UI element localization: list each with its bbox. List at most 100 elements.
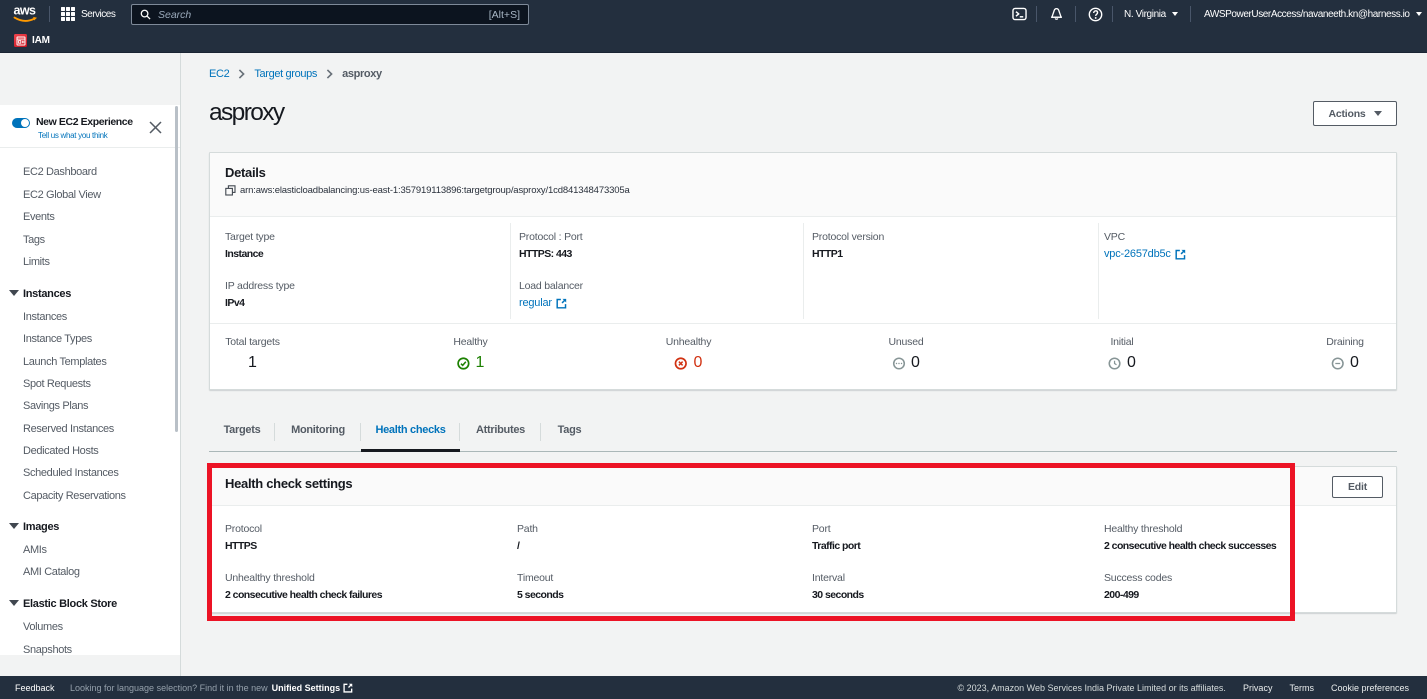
sidebar-section-elastic-block-store[interactable]: Elastic Block Store <box>23 598 117 610</box>
chevron-down-icon <box>1416 12 1422 16</box>
cookie-preferences-link[interactable]: Cookie preferences <box>1331 683 1409 693</box>
chevron-down-icon <box>1374 111 1382 116</box>
tab-bar: Targets Monitoring Health checks Attribu… <box>209 415 1397 452</box>
field-label: Success codes <box>1104 572 1172 584</box>
actions-button[interactable]: Actions <box>1313 101 1397 126</box>
breadcrumb-ec2[interactable]: EC2 <box>209 68 229 80</box>
field-value: 30 seconds <box>812 589 864 601</box>
sidebar-scrollbar[interactable] <box>175 106 178 432</box>
external-link-icon <box>556 298 567 309</box>
account-menu[interactable]: AWSPowerUserAccess/navaneeth.kn@harness.… <box>1204 0 1422 28</box>
edit-button[interactable]: Edit <box>1332 476 1383 498</box>
sidebar-item-launch-templates[interactable]: Launch Templates <box>23 356 106 368</box>
collapse-triangle-icon[interactable] <box>9 290 19 296</box>
external-link-icon <box>343 683 353 693</box>
bell-icon <box>1049 7 1064 22</box>
tab-health-checks[interactable]: Health checks <box>361 415 460 451</box>
field-interval: Interval 30 seconds <box>812 572 864 601</box>
sidebar-item-ami-catalog[interactable]: AMI Catalog <box>23 566 80 578</box>
breadcrumb-current: asproxy <box>342 68 382 80</box>
field-value: 5 seconds <box>517 589 563 601</box>
privacy-link[interactable]: Privacy <box>1243 683 1273 693</box>
collapse-triangle-icon[interactable] <box>9 600 19 606</box>
sidebar-item-capacity-reservations[interactable]: Capacity Reservations <box>23 490 126 502</box>
sidebar-item-instances[interactable]: Instances <box>23 311 67 323</box>
terms-link[interactable]: Terms <box>1289 683 1314 693</box>
aws-console-page: aws Services Search [Alt+S] <box>0 0 1427 699</box>
tab-monitoring[interactable]: Monitoring <box>275 415 361 451</box>
field-value: 2 consecutive health check failures <box>225 589 382 601</box>
sidebar-item-instance-types[interactable]: Instance Types <box>23 333 92 345</box>
ellipsis-circle-icon <box>892 357 905 370</box>
field-value: Instance <box>225 248 275 260</box>
field-label: Unhealthy threshold <box>225 572 382 584</box>
field-timeout: Timeout 5 seconds <box>517 572 563 601</box>
stat-value: 0 <box>911 354 920 372</box>
sidebar-item-amis[interactable]: AMIs <box>23 544 47 556</box>
nav-divider <box>1112 6 1113 22</box>
region-selector[interactable]: N. Virginia <box>1124 0 1178 28</box>
top-navigation-bar: aws Services Search [Alt+S] <box>0 0 1427 28</box>
field-target-type: Target type Instance <box>225 231 275 260</box>
stat-value: 0 <box>1127 354 1136 372</box>
load-balancer-link[interactable]: regular <box>519 297 583 309</box>
chevron-right-icon <box>238 69 245 79</box>
sidebar-item-reserved-instances[interactable]: Reserved Instances <box>23 423 114 435</box>
sidebar-item-snapshots[interactable]: Snapshots <box>23 644 72 656</box>
sidebar-section-images[interactable]: Images <box>23 521 59 533</box>
sidebar: New EC2 Experience Tell us what you thin… <box>0 105 180 655</box>
target-group-arn: arn:aws:elasticloadbalancing:us-east-1:3… <box>240 185 630 196</box>
sidebar-item-limits[interactable]: Limits <box>23 256 50 268</box>
field-label: IP address type <box>225 280 295 292</box>
tab-attributes[interactable]: Attributes <box>460 415 541 451</box>
field-label: Interval <box>812 572 864 584</box>
stat-initial: Initial 0 <box>1108 336 1136 372</box>
health-check-settings-title: Health check settings <box>225 476 352 491</box>
nav-divider <box>1075 6 1076 22</box>
sidebar-item-volumes[interactable]: Volumes <box>23 621 63 633</box>
stat-unhealthy: Unhealthy 0 <box>666 336 711 372</box>
sidebar-item-spot-requests[interactable]: Spot Requests <box>23 378 91 390</box>
details-card: Details arn:aws:elasticloadbalancing:us-… <box>209 152 1397 390</box>
new-experience-toggle[interactable] <box>12 118 30 128</box>
feedback-link[interactable]: Feedback <box>15 683 55 693</box>
favorite-iam[interactable]: IAM <box>14 28 50 53</box>
sidebar-item-events[interactable]: Events <box>23 211 55 223</box>
sidebar-item-ec2-global-view[interactable]: EC2 Global View <box>23 189 101 201</box>
breadcrumb-target-groups[interactable]: Target groups <box>254 68 317 80</box>
stat-total-targets: Total targets 1 <box>225 336 280 372</box>
tab-tags[interactable]: Tags <box>541 415 598 451</box>
iam-label: IAM <box>32 35 50 46</box>
copy-icon[interactable] <box>225 185 236 196</box>
field-value: IPv4 <box>225 297 295 309</box>
field-value: / <box>517 540 538 552</box>
vpc-link[interactable]: vpc-2657db5c <box>1104 248 1186 260</box>
sidebar-section-instances[interactable]: Instances <box>23 288 71 300</box>
cloudshell-button[interactable] <box>1012 0 1027 28</box>
sidebar-item-scheduled-instances[interactable]: Scheduled Instances <box>23 467 118 479</box>
help-icon <box>1088 7 1103 22</box>
nav-divider <box>1036 6 1037 22</box>
help-button[interactable] <box>1088 0 1103 28</box>
tell-us-link[interactable]: Tell us what you think <box>38 131 107 140</box>
new-experience-banner: New EC2 Experience Tell us what you thin… <box>0 105 180 148</box>
field-protocol: Protocol HTTPS <box>225 523 262 552</box>
field-vpc: VPC vpc-2657db5c <box>1104 231 1186 260</box>
sidebar-item-dedicated-hosts[interactable]: Dedicated Hosts <box>23 445 98 457</box>
column-divider <box>803 223 804 319</box>
field-label: Protocol version <box>812 231 884 243</box>
sidebar-item-tags[interactable]: Tags <box>23 234 45 246</box>
sidebar-item-ec2-dashboard[interactable]: EC2 Dashboard <box>23 166 97 178</box>
sidebar-border <box>180 53 181 676</box>
tab-targets[interactable]: Targets <box>209 415 275 451</box>
close-icon[interactable] <box>149 121 163 135</box>
notifications-button[interactable] <box>1049 0 1064 28</box>
collapse-triangle-icon[interactable] <box>9 523 19 529</box>
unified-settings-link[interactable]: Unified Settings <box>272 683 341 693</box>
sidebar-item-savings-plans[interactable]: Savings Plans <box>23 400 88 412</box>
field-path: Path / <box>517 523 538 552</box>
stat-healthy: Healthy 1 <box>453 336 487 372</box>
field-protocol-port: Protocol : Port HTTPS: 443 <box>519 231 583 260</box>
field-label: Healthy threshold <box>1104 523 1276 535</box>
stat-value: 1 <box>476 354 485 372</box>
